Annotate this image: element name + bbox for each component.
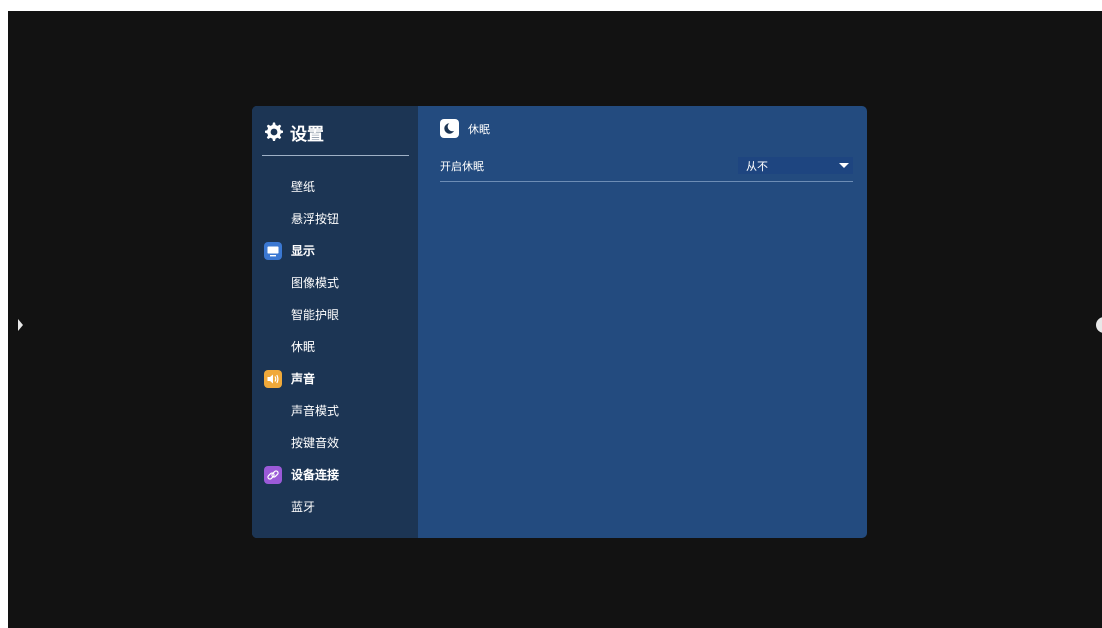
link-icon (264, 466, 282, 484)
setting-row-enable-sleep: 开启休眠 从不 (440, 155, 853, 182)
sidebar-item-bluetooth[interactable]: 蓝牙 (252, 491, 418, 523)
expand-right-handle-icon[interactable] (1096, 317, 1102, 333)
page-title: 休眠 (468, 122, 490, 136)
sidebar-item-label: 按键音效 (291, 436, 340, 450)
content-header: 休眠 (440, 119, 490, 138)
sidebar-category-sound[interactable]: 声音 (252, 363, 418, 395)
sidebar-item-label: 声音模式 (291, 404, 340, 418)
gear-icon (265, 122, 283, 141)
sidebar-item-label: 智能护眼 (291, 308, 340, 322)
sidebar-header: 设置 (264, 120, 324, 145)
sidebar-item-key-sound[interactable]: 按键音效 (252, 427, 418, 459)
sidebar-category-display[interactable]: 显示 (252, 235, 418, 267)
sidebar-category-label: 显示 (291, 244, 316, 258)
sidebar-item-label: 壁纸 (291, 180, 316, 194)
sidebar-item-wallpaper[interactable]: 壁纸 (252, 171, 418, 203)
sidebar-item-sound-mode[interactable]: 声音模式 (252, 395, 418, 427)
sidebar-category-label: 设备连接 (291, 468, 340, 482)
sidebar-item-floating-button[interactable]: 悬浮按钮 (252, 203, 418, 235)
sidebar-divider (262, 155, 409, 156)
sidebar: 设置 壁纸 悬浮按钮 显示 图像模式 智能护眼 休眠 声音 声音模式 按键音效 … (252, 106, 418, 538)
sidebar-title: 设置 (290, 124, 324, 145)
moon-icon (440, 119, 459, 138)
sidebar-category-label: 声音 (291, 372, 316, 386)
screen: 设置 壁纸 悬浮按钮 显示 图像模式 智能护眼 休眠 声音 声音模式 按键音效 … (8, 11, 1102, 628)
sidebar-list: 壁纸 悬浮按钮 显示 图像模式 智能护眼 休眠 声音 声音模式 按键音效 设备连… (252, 171, 418, 523)
expand-left-arrow-icon[interactable] (18, 319, 23, 331)
sidebar-item-sleep[interactable]: 休眠 (252, 331, 418, 363)
sidebar-item-label: 悬浮按钮 (291, 212, 340, 226)
setting-label: 开启休眠 (440, 160, 484, 173)
sidebar-item-eye-care[interactable]: 智能护眼 (252, 299, 418, 331)
sidebar-category-device-connection[interactable]: 设备连接 (252, 459, 418, 491)
sleep-timer-select[interactable]: 从不 (738, 157, 853, 174)
display-icon (264, 242, 282, 260)
sidebar-item-label: 休眠 (291, 340, 316, 354)
speaker-icon (264, 370, 282, 388)
chevron-down-icon (839, 163, 849, 168)
settings-panel: 设置 壁纸 悬浮按钮 显示 图像模式 智能护眼 休眠 声音 声音模式 按键音效 … (252, 106, 867, 538)
sidebar-item-label: 图像模式 (291, 276, 340, 290)
sidebar-item-picture-mode[interactable]: 图像模式 (252, 267, 418, 299)
sidebar-item-label: 蓝牙 (291, 500, 316, 514)
select-value: 从不 (746, 160, 768, 173)
